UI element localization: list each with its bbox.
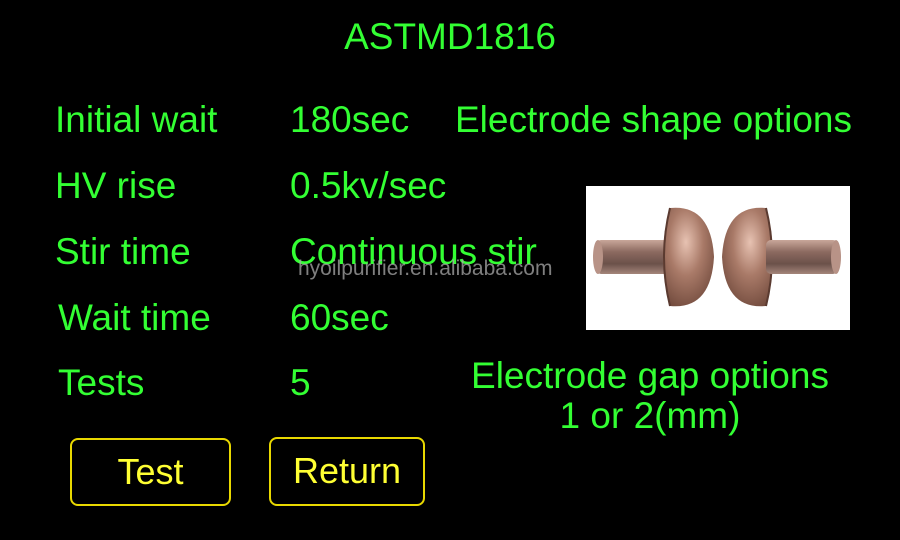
electrode-pair-icon [593,207,841,307]
stir-time-label: Stir time [55,231,191,272]
tests-value: 5 [290,362,311,403]
electrode-photo [586,186,850,330]
test-button[interactable]: Test [70,438,231,506]
electrode-gap-block: Electrode gap options 1 or 2(mm) [440,356,860,436]
electrode-gap-value: 1 or 2(mm) [559,395,741,436]
electrode-shape-title: Electrode shape options [455,99,852,140]
wait-time-value: 60sec [290,297,389,338]
tests-label: Tests [58,362,145,403]
hv-rise-label: HV rise [55,165,177,206]
test-settings-screen: ASTMD1816 Initial wait 180sec HV rise 0.… [0,0,900,540]
electrode-gap-title: Electrode gap options [471,355,829,396]
watermark-text: hyoilpurifier.en.alibaba.com [298,257,553,280]
page-title: ASTMD1816 [344,16,556,57]
return-button[interactable]: Return [269,437,425,506]
initial-wait-label: Initial wait [55,99,218,140]
wait-time-label: Wait time [58,297,211,338]
initial-wait-value: 180sec [290,99,410,140]
hv-rise-value: 0.5kv/sec [290,165,447,206]
